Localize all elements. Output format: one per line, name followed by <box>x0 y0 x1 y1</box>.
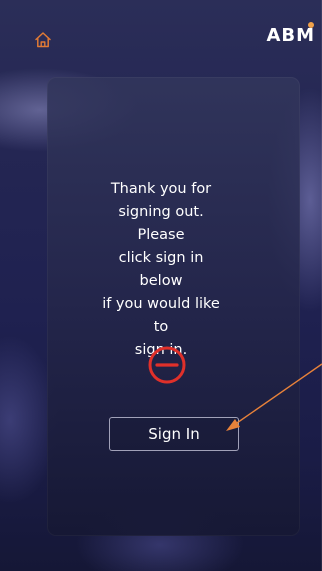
signout-message: Thank you for signing out. Please click … <box>102 181 220 358</box>
app-screen: ABM Thank you for signing out. Please cl… <box>0 0 322 571</box>
brand-logo: ABM <box>266 22 315 48</box>
home-icon[interactable] <box>34 31 52 49</box>
sign-in-button[interactable]: Sign In <box>109 417 239 451</box>
minus-circle-icon <box>148 346 186 384</box>
logo-dot <box>308 22 314 28</box>
logo-text: ABM <box>266 25 315 46</box>
